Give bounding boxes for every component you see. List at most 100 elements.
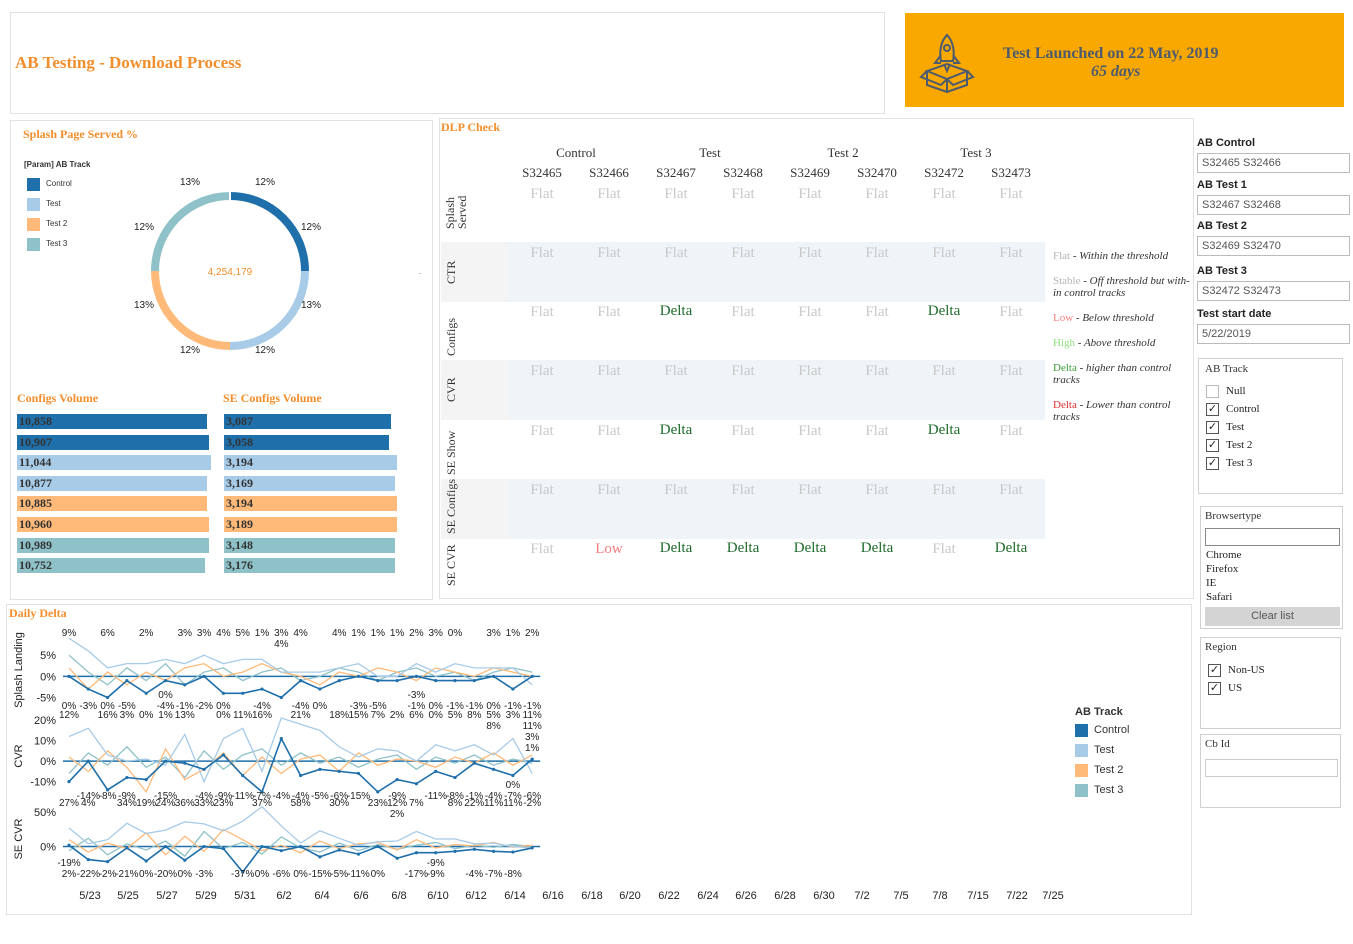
dlp-cell[interactable]: Flat [643,186,709,203]
series-line-test[interactable] [68,805,533,849]
series-point[interactable] [453,678,457,683]
series-point[interactable] [337,678,341,683]
ab-test1-input[interactable]: S32467 S32468 [1197,195,1350,215]
series-point[interactable] [318,767,322,771]
dlp-cell[interactable]: Flat [576,423,642,440]
series-point[interactable] [453,775,457,780]
browser-option[interactable]: IE [1206,577,1216,589]
series-point[interactable] [376,678,380,683]
series-point[interactable] [125,678,129,683]
series-point[interactable] [221,691,225,695]
series-point[interactable] [163,678,168,683]
series-point[interactable] [395,678,399,683]
series-point[interactable] [202,767,206,771]
region-checkbox[interactable]: ✓ [1208,682,1221,695]
dlp-cell[interactable]: Flat [509,363,575,380]
volume-bar[interactable]: 3,087 [224,414,391,429]
series-point[interactable] [67,674,71,678]
series-point[interactable] [318,687,322,691]
dlp-cell[interactable]: Flat [576,363,642,380]
dlp-cell[interactable]: Flat [509,186,575,203]
series-point[interactable] [472,847,476,851]
series-point[interactable] [241,691,245,695]
series-point[interactable] [356,674,361,678]
region-checkbox[interactable]: ✓ [1208,664,1221,677]
cb-id-input[interactable] [1205,759,1338,777]
dlp-cell[interactable]: Flat [911,363,977,380]
series-point[interactable] [434,851,438,855]
dlp-cell[interactable]: Delta [777,540,843,557]
dlp-cell[interactable]: Flat [911,186,977,203]
dlp-cell[interactable]: Flat [576,482,642,499]
series-point[interactable] [356,771,361,776]
ab-track-option-label[interactable]: Test 2 [1226,439,1252,451]
series-point[interactable] [492,767,496,771]
ab-track-checkbox[interactable]: ✓ [1206,421,1219,434]
volume-bar[interactable]: 3,194 [224,455,397,471]
volume-bar[interactable]: 3,148 [224,537,395,553]
dlp-cell[interactable]: Flat [509,541,575,558]
series-point[interactable] [337,848,341,852]
dlp-cell[interactable]: Flat [978,423,1044,440]
ab-control-input[interactable]: S32465 S32466 [1197,153,1350,173]
browser-option[interactable]: Firefox [1206,563,1238,575]
series-point[interactable] [530,846,534,850]
volume-bar[interactable]: 10,885 [17,496,207,512]
clear-list-button[interactable]: Clear list [1205,607,1340,626]
series-point[interactable] [299,773,303,778]
series-point[interactable] [530,674,534,678]
dlp-cell[interactable]: Flat [844,482,910,499]
dlp-cell[interactable]: Flat [576,304,642,321]
dlp-cell[interactable]: Flat [777,245,843,262]
donut-slice-test-2[interactable] [151,270,231,350]
series-point[interactable] [125,846,129,850]
dlp-cell[interactable]: Delta [911,303,977,320]
dlp-cell[interactable]: Delta [978,540,1044,557]
series-point[interactable] [511,687,515,691]
series-point[interactable] [337,769,341,773]
donut-slice-control[interactable] [229,192,309,272]
dlp-cell[interactable]: Flat [978,304,1044,321]
series-point[interactable] [434,769,438,773]
dlp-cell[interactable]: Flat [576,186,642,203]
dlp-cell[interactable]: Flat [844,186,910,203]
volume-bar[interactable]: 10,989 [17,537,209,553]
volume-bar[interactable]: 3,176 [224,558,395,574]
series-point[interactable] [279,695,283,700]
series-point[interactable] [202,844,206,849]
series-point[interactable] [125,775,129,780]
series-point[interactable] [453,849,457,853]
series-point[interactable] [221,753,225,757]
dlp-cell[interactable]: Flat [978,482,1044,499]
volume-bar[interactable]: 10,907 [17,434,209,450]
series-point[interactable] [106,695,110,700]
series-point[interactable] [221,847,225,851]
dlp-cell[interactable]: Flat [777,363,843,380]
series-point[interactable] [163,844,168,849]
series-point[interactable] [241,773,245,778]
dlp-cell[interactable]: Flat [710,423,776,440]
dlp-cell[interactable]: Flat [978,363,1044,380]
series-line-control[interactable] [68,736,533,794]
dlp-cell[interactable]: Flat [978,245,1044,262]
dlp-cell[interactable]: Flat [911,541,977,558]
ab-track-option-label[interactable]: Null [1226,385,1246,397]
dlp-cell[interactable]: Flat [777,482,843,499]
dlp-cell[interactable]: Flat [844,304,910,321]
dlp-cell[interactable]: Flat [710,304,776,321]
dlp-cell[interactable]: Delta [710,540,776,557]
volume-bar[interactable]: 3,189 [224,517,397,532]
series-point[interactable] [183,858,187,862]
series-point[interactable] [144,777,148,782]
dlp-cell[interactable]: Delta [643,540,709,557]
browsertype-search-input[interactable] [1205,528,1340,546]
dlp-cell[interactable]: Flat [844,363,910,380]
series-point[interactable] [299,844,303,849]
dlp-cell[interactable]: Delta [643,422,709,439]
dlp-cell[interactable]: Flat [643,245,709,262]
region-option-label[interactable]: US [1228,682,1242,694]
series-point[interactable] [183,761,187,765]
series-point[interactable] [511,773,515,778]
dlp-cell[interactable]: Low [576,541,642,558]
ab-track-checkbox[interactable]: ✓ [1206,457,1219,470]
